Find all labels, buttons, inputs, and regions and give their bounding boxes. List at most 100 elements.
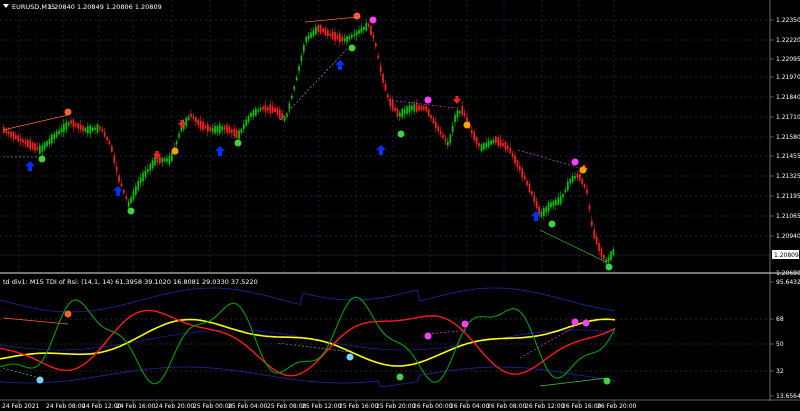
signal-dot-icon [571, 158, 579, 166]
candle [161, 157, 164, 163]
candle [259, 108, 262, 111]
time-tick-label: 25 Feb 04:00 [228, 403, 268, 410]
signal-dot-icon [579, 166, 587, 174]
candle [77, 123, 80, 129]
candle [391, 101, 394, 111]
tdi-divergence-line [2, 367, 41, 379]
candle [185, 117, 188, 127]
candle [586, 189, 588, 194]
main-price-panel[interactable]: EURUSD,M15 1.20840 1.20849 1.20806 1.208… [0, 0, 770, 272]
candle [555, 200, 557, 205]
candle [396, 109, 399, 117]
candle [27, 140, 29, 147]
candle [118, 175, 120, 182]
candle [358, 29, 360, 34]
candle [41, 145, 44, 152]
candle [235, 129, 238, 138]
time-tick-label: 24 Feb 08:00 [46, 403, 86, 410]
candle [459, 111, 461, 114]
time-tick-label: 26 Feb 00:00 [413, 403, 453, 410]
candle [192, 116, 195, 119]
candle [415, 104, 418, 112]
candle [293, 86, 296, 90]
candle [528, 183, 531, 192]
signal-dot-icon [64, 310, 72, 318]
candle [336, 35, 339, 40]
candle [449, 134, 452, 144]
candle [399, 112, 401, 117]
price-tick-label: 1.21970 [776, 74, 800, 81]
candle [526, 180, 528, 186]
candle [375, 43, 377, 47]
candle [564, 189, 567, 192]
candle [351, 35, 353, 38]
time-tick-label: 26 Feb 12:00 [525, 403, 565, 410]
candle [252, 110, 255, 117]
candle [303, 45, 305, 52]
price-tick-label: 1.22220 [776, 37, 800, 44]
candle [595, 236, 598, 244]
tdi-signal-line [0, 318, 616, 367]
signal-dot-icon [369, 16, 377, 24]
candle [207, 124, 209, 132]
signal-dot-icon [396, 373, 404, 381]
candle [5, 129, 8, 134]
candle [610, 251, 612, 261]
candle [427, 109, 430, 117]
candle [171, 153, 173, 161]
candle [523, 176, 526, 180]
candle [300, 55, 303, 62]
candle [271, 106, 274, 113]
candle [591, 221, 593, 226]
candle [67, 122, 70, 125]
candle [478, 143, 480, 147]
candle [166, 158, 168, 162]
candle [425, 105, 428, 112]
candle [420, 106, 423, 110]
candle [127, 202, 130, 207]
candle [197, 119, 200, 126]
candle [511, 153, 514, 157]
candle [190, 113, 192, 117]
signal-dot-icon [582, 319, 590, 327]
signal-dot-icon [346, 353, 354, 361]
candle [343, 38, 346, 42]
candle [48, 138, 51, 144]
candle [226, 125, 228, 133]
candle [168, 155, 171, 165]
candle [442, 134, 444, 139]
candle [435, 121, 437, 129]
candle [607, 257, 610, 262]
candle [53, 133, 56, 140]
candle [550, 202, 552, 208]
candle [31, 142, 34, 149]
candle [456, 110, 459, 118]
candle [531, 191, 533, 195]
candle [365, 22, 368, 31]
candle [46, 141, 48, 147]
candle [159, 156, 161, 164]
tdi-tick-label: 13.6564 [776, 393, 800, 400]
candle [115, 166, 118, 172]
candle [384, 83, 387, 91]
trading-chart[interactable]: EURUSD,M15 1.20840 1.20849 1.20806 1.208… [0, 0, 800, 411]
candle [382, 73, 384, 83]
tdi-indicator-panel[interactable]: td div1: M15 TDI of Rsi: (14,1, 14) 61.3… [0, 278, 800, 400]
candle [267, 107, 269, 111]
candle [34, 143, 36, 151]
signal-dot-icon [234, 139, 242, 147]
candle [60, 128, 63, 133]
candle [223, 126, 226, 130]
candle [348, 36, 351, 40]
signal-dot-icon [463, 121, 471, 129]
candle [559, 196, 562, 205]
candle [195, 117, 197, 123]
candle [504, 142, 507, 150]
candle [322, 28, 324, 33]
candle [264, 105, 267, 112]
candle [233, 128, 236, 137]
candle [29, 140, 32, 150]
candle [576, 174, 579, 178]
candle [51, 134, 53, 144]
candle [355, 31, 358, 36]
